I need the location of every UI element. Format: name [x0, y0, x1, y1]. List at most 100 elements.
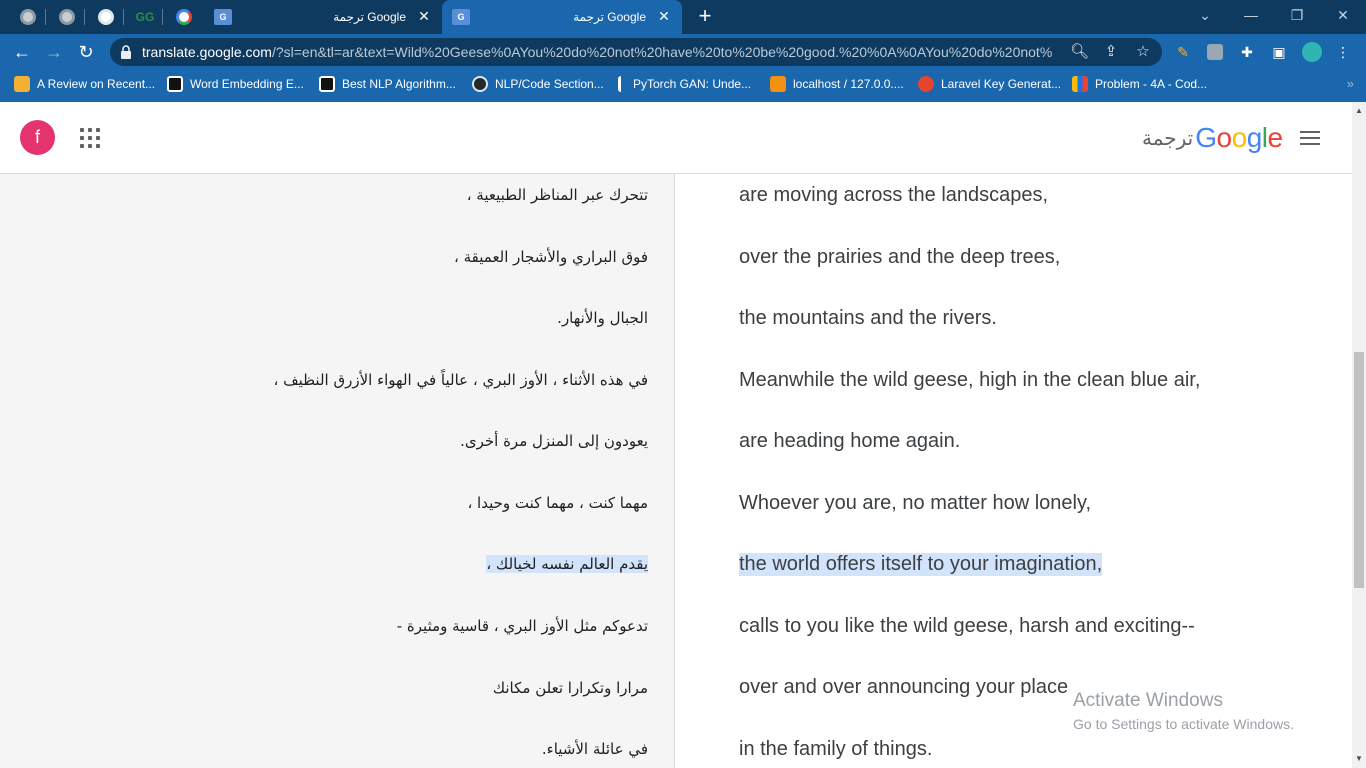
- google-letter: o: [1216, 122, 1233, 153]
- bookmark-label: Best NLP Algorithm...: [342, 77, 456, 91]
- english-line: over and over announcing your place: [739, 676, 1069, 698]
- page-scrollbar[interactable]: ▲ ▼: [1352, 102, 1366, 768]
- globe-icon: [98, 9, 114, 25]
- activate-windows-watermark: Activate Windows Go to Settings to activ…: [1073, 690, 1294, 732]
- translate-icon: G: [452, 9, 470, 25]
- english-line: Meanwhile the wild geese, high in the cl…: [739, 369, 1201, 391]
- pinned-tab-4[interactable]: GG: [133, 6, 157, 28]
- share-icon[interactable]: ⇪: [1102, 43, 1120, 61]
- account-avatar[interactable]: f: [20, 120, 55, 155]
- main-menu-icon[interactable]: [1300, 131, 1320, 145]
- bookmark-item[interactable]: Laravel Key Generat...: [918, 70, 1061, 98]
- bookmark-item[interactable]: localhost / 127.0.0....: [770, 70, 904, 98]
- address-bar[interactable]: translate.google.com/?sl=en&tl=ar&text=W…: [110, 38, 1162, 66]
- bookmark-item[interactable]: Problem - 4A - Cod...: [1072, 70, 1207, 98]
- bookmark-item[interactable]: NLP/Code Section...: [472, 70, 604, 98]
- back-button[interactable]: ←: [10, 40, 34, 64]
- tab-translate-active[interactable]: G ترجمة Google ✕: [442, 0, 682, 34]
- english-line: in the family of things.: [739, 738, 933, 760]
- profile-avatar-icon[interactable]: [1302, 42, 1322, 62]
- bookmark-item[interactable]: Best NLP Algorithm...: [319, 70, 456, 98]
- bookmark-item[interactable]: Word Embedding E...: [167, 70, 304, 98]
- medium-icon: [167, 76, 183, 92]
- url-path: /?sl=en&tl=ar&text=Wild%20Geese%0AYou%20…: [271, 44, 1052, 60]
- google-letter: g: [1246, 122, 1263, 153]
- english-line: the mountains and the rivers.: [739, 307, 997, 329]
- english-line: calls to you like the wild geese, harsh …: [739, 615, 1195, 637]
- globe-icon: [59, 9, 75, 25]
- arabic-line: يعودون إلى المنزل مرة أخرى.: [460, 432, 648, 450]
- arabic-line: في هذه الأثناء ، الأوز البري ، عالياً في…: [273, 371, 648, 389]
- bookmark-label: localhost / 127.0.0....: [793, 77, 904, 91]
- more-bookmarks-icon[interactable]: »: [1347, 76, 1354, 91]
- url-text[interactable]: translate.google.com/?sl=en&tl=ar&text=W…: [142, 44, 1052, 60]
- google-letter: G: [1195, 122, 1217, 153]
- lock-icon: [121, 45, 131, 59]
- reload-button[interactable]: ↻: [74, 40, 98, 64]
- puzzle-extensions-icon[interactable]: ✚: [1238, 43, 1256, 61]
- browser-toolbar: ← → ↻ translate.google.com/?sl=en&tl=ar&…: [0, 34, 1366, 70]
- scrollbar-thumb[interactable]: [1354, 352, 1364, 588]
- close-tab-icon[interactable]: ✕: [416, 8, 432, 24]
- tab-search-icon[interactable]: ⌄: [1192, 4, 1218, 26]
- pinned-tab-1[interactable]: [16, 6, 40, 28]
- arabic-line: تدعوكم مثل الأوز البري ، قاسية ومثيرة -: [396, 617, 648, 635]
- tab-title: ترجمة Google: [333, 10, 406, 24]
- arabic-line: مهما كنت ، مهما كنت وحيدا ،: [467, 494, 648, 512]
- google-translate-logo[interactable]: ترجمة Google: [1142, 122, 1284, 154]
- tab-translate-inactive[interactable]: ترجمة Google ✕: [204, 0, 442, 34]
- bookmark-item[interactable]: PyTorch GAN: Unde...: [618, 70, 751, 98]
- bookmarks-bar: A Review on Recent... Word Embedding E..…: [0, 70, 1366, 102]
- pytorch-icon: [618, 76, 626, 92]
- forward-button[interactable]: →: [42, 40, 66, 64]
- bookmark-star-icon[interactable]: ☆: [1134, 43, 1152, 61]
- watermark-subtitle: Go to Settings to activate Windows.: [1073, 716, 1294, 732]
- side-panel-icon[interactable]: ▣: [1270, 43, 1288, 61]
- geeksforgeeks-icon: GG: [135, 10, 155, 24]
- pencil-extension-icon[interactable]: ✎: [1174, 43, 1192, 61]
- bookmark-label: NLP/Code Section...: [495, 77, 604, 91]
- source-text-english: are moving across the landscapes, over t…: [675, 174, 1352, 768]
- arabic-line: مرارا وتكرارا تعلن مكانك: [492, 679, 648, 697]
- arabic-line: فوق البراري والأشجار العميقة ،: [454, 248, 648, 266]
- google-letter: e: [1267, 122, 1284, 153]
- english-line: are heading home again.: [739, 430, 961, 452]
- codeforces-icon: [1072, 76, 1088, 92]
- scroll-up-arrow-icon[interactable]: ▲: [1355, 106, 1363, 115]
- google-letter: o: [1231, 122, 1248, 153]
- minimize-button[interactable]: —: [1238, 4, 1264, 26]
- google-apps-icon[interactable]: [80, 128, 100, 148]
- pinned-tab-5[interactable]: [172, 6, 196, 28]
- bookmark-label: Word Embedding E...: [190, 77, 304, 91]
- scroll-down-arrow-icon[interactable]: ▼: [1355, 754, 1363, 763]
- google-logo: Google: [1195, 122, 1284, 154]
- bookmark-label: A Review on Recent...: [37, 77, 156, 91]
- bookmark-icon: [14, 76, 30, 92]
- bookmark-label: Laravel Key Generat...: [941, 77, 1062, 91]
- restore-button[interactable]: ❐: [1284, 4, 1310, 26]
- english-line: Whoever you are, no matter how lonely,: [739, 492, 1092, 514]
- zoom-icon[interactable]: 🔍︎: [1070, 43, 1089, 61]
- english-line: over the prairies and the deep trees,: [739, 246, 1061, 268]
- globe-icon: [20, 9, 36, 25]
- translate-header: f ترجمة Google: [0, 102, 1352, 174]
- github-icon: [472, 76, 488, 92]
- menu-kebab-icon[interactable]: ⋮: [1334, 43, 1352, 61]
- laravel-icon: [918, 76, 934, 92]
- arabic-line: تتحرك عبر المناظر الطبيعية ،: [466, 186, 648, 204]
- bookmark-item[interactable]: A Review on Recent...: [14, 70, 155, 98]
- close-tab-icon[interactable]: ✕: [656, 8, 672, 24]
- close-window-button[interactable]: ✕: [1330, 4, 1356, 26]
- brand-translate-text: ترجمة: [1142, 127, 1194, 150]
- bookmark-label: Problem - 4A - Cod...: [1095, 77, 1208, 91]
- bookmark-label: PyTorch GAN: Unde...: [633, 77, 752, 91]
- new-tab-button[interactable]: +: [694, 5, 716, 28]
- tab-strip: GG G ترجمة Google ✕ G ترجمة Google ✕ + ⌄…: [0, 0, 1366, 34]
- extension-square-icon[interactable]: [1206, 43, 1224, 61]
- pinned-tab-2[interactable]: [55, 6, 79, 28]
- translation-output-arabic: تتحرك عبر المناظر الطبيعية ، فوق البراري…: [0, 174, 675, 768]
- arabic-line: في عائلة الأشياء.: [541, 740, 648, 758]
- medium-icon: [319, 76, 335, 92]
- pinned-tab-3[interactable]: [94, 6, 118, 28]
- arabic-line-highlighted: يقدم العالم نفسه لخيالك ،: [486, 555, 648, 573]
